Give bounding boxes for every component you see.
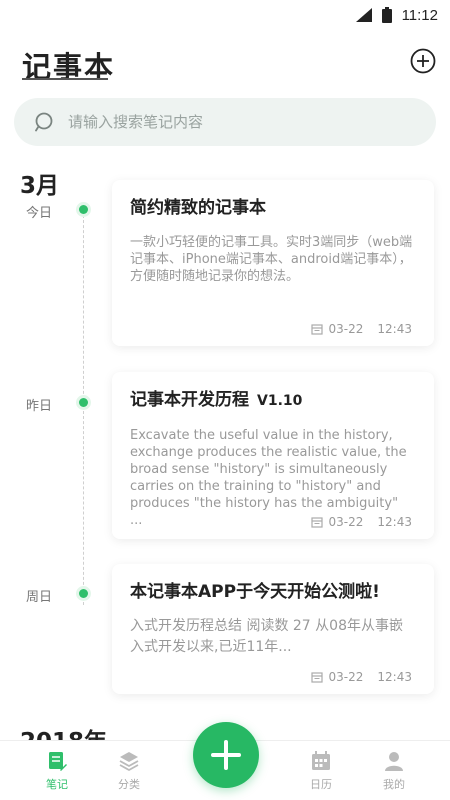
timeline-dot — [79, 398, 88, 407]
tab-calendar[interactable]: 日历 — [291, 745, 351, 797]
note-body: 入式开发历程总结 阅读数 27 从08年从事嵌入式开发以来,已近11年... — [130, 618, 403, 655]
note-time: 12:43 — [377, 322, 412, 336]
header: 记事本 — [0, 30, 450, 90]
note-meta: 03-22 12:43 — [310, 670, 412, 684]
calendar-icon — [310, 517, 323, 528]
tab-categories[interactable]: 分类 — [99, 745, 159, 797]
search-input[interactable] — [68, 113, 408, 131]
notes-icon — [49, 752, 67, 771]
day-label: 今日 — [26, 206, 53, 221]
user-icon — [385, 752, 403, 771]
calendar-icon — [310, 672, 323, 683]
note-time: 12:43 — [377, 670, 412, 684]
note-card[interactable]: 本记事本APP于今天开始公测啦! 入式开发历程总结 阅读数 27 从08年从事嵌… — [112, 564, 434, 694]
calendar-icon — [312, 751, 330, 770]
add-note-button[interactable] — [193, 722, 259, 788]
tab-label: 我的 — [383, 778, 405, 791]
add-note-icon[interactable] — [410, 48, 436, 74]
tab-label: 笔记 — [46, 778, 68, 791]
signal-icon — [355, 8, 372, 22]
note-meta: 03-22 12:43 — [310, 322, 412, 336]
note-title: 本记事本APP于今天开始公测啦! — [130, 582, 380, 602]
note-card[interactable]: 简约精致的记事本 一款小巧轻便的记事工具。实时3端同步（web端记事本、iPho… — [112, 180, 434, 346]
tab-label: 日历 — [310, 778, 332, 791]
title-underline — [22, 78, 108, 80]
timeline-line — [83, 210, 84, 605]
status-time: 11:12 — [401, 6, 438, 24]
tab-notes[interactable]: 笔记 — [27, 745, 87, 797]
month-label: 3月 — [20, 173, 60, 199]
tab-profile[interactable]: 我的 — [364, 745, 424, 797]
tab-label: 分类 — [118, 778, 140, 791]
note-date: 03-22 — [328, 670, 364, 684]
timeline-dot — [79, 589, 88, 598]
note-card[interactable]: 记事本开发历程 V1.10 Excavate the useful value i… — [112, 372, 434, 539]
note-body: Excavate the useful value in the history… — [130, 428, 407, 528]
note-body: 一款小巧轻便的记事工具。实时3端同步（web端记事本、iPhone端记事本、an… — [130, 235, 413, 284]
plus-icon — [211, 740, 241, 770]
note-version: V1.10 — [257, 393, 303, 409]
search-icon — [35, 112, 53, 132]
day-label: 昨日 — [26, 399, 53, 414]
timeline-dot — [79, 205, 88, 214]
note-time: 12:43 — [377, 515, 412, 529]
status-bar: 11:12 — [0, 0, 450, 30]
calendar-icon — [310, 324, 323, 335]
day-label: 周日 — [26, 590, 53, 605]
note-title: 简约精致的记事本 — [130, 198, 266, 218]
layers-icon — [119, 752, 139, 772]
note-date: 03-22 — [328, 322, 364, 336]
note-title: 记事本开发历程 V1.10 — [130, 390, 303, 410]
battery-icon — [381, 7, 392, 23]
search-bar[interactable] — [14, 98, 436, 146]
note-meta: 03-22 12:43 — [310, 515, 412, 529]
note-date: 03-22 — [328, 515, 364, 529]
